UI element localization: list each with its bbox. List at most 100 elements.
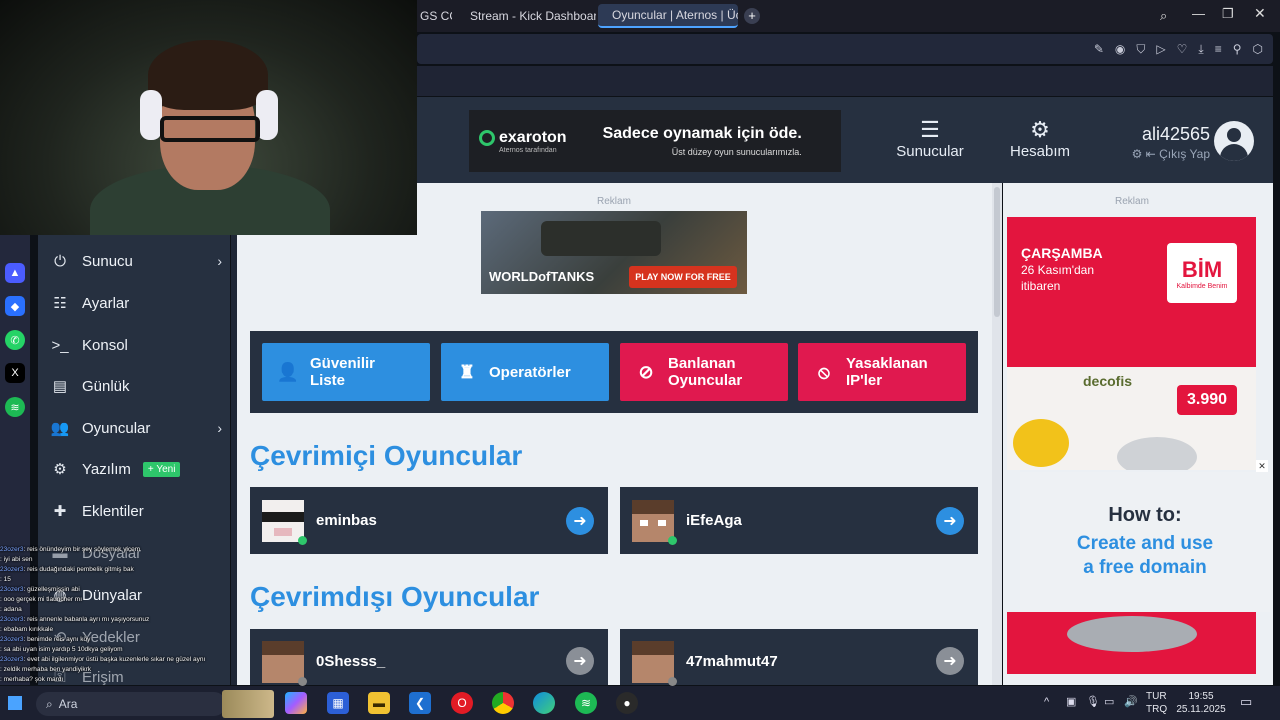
spotify-icon[interactable]: ≋	[575, 692, 597, 714]
chat-line: : zeldik merhaba ben yandiyikrk	[0, 666, 92, 673]
address-bar[interactable]: ✎ ◉ ⛉ ▷ ♡ ⤓ ≡ ⚲ ⬡	[417, 34, 1273, 64]
edit-icon[interactable]: ✎	[1094, 42, 1104, 57]
exaroton-ad[interactable]: exaroton Aternos tarafından Sadece oynam…	[469, 110, 841, 172]
online-status-dot	[668, 535, 677, 545]
operator-icon: ♜	[458, 361, 476, 382]
player-card[interactable]: eminbas ➜	[250, 487, 608, 554]
sidebar-item-server[interactable]: ⏻ Sunucu ›	[50, 243, 222, 279]
heart-icon[interactable]: ♡	[1177, 42, 1188, 57]
arrow-right-icon[interactable]: ➜	[936, 647, 964, 675]
search-highlight-image	[222, 690, 274, 718]
battery-icon[interactable]: ▭	[1104, 695, 1114, 708]
browser-tab-aternos[interactable]: Oyuncular | Aternos | Ücre	[598, 4, 738, 28]
language-indicator[interactable]: TUR TRQ	[1146, 690, 1167, 716]
taskbar-search-label: Ara	[58, 697, 78, 711]
logout-link[interactable]: ⚙ ⇤ Çıkış Yap	[1110, 147, 1210, 161]
vscode-icon[interactable]: ❮	[409, 692, 431, 714]
banned-ips-button[interactable]: ⦸ Yasaklanan IP'ler	[798, 343, 966, 401]
copilot-icon[interactable]	[285, 692, 307, 714]
chevron-up-icon[interactable]: ^	[1044, 696, 1049, 708]
arrow-right-icon[interactable]: ➜	[566, 506, 594, 535]
edge-icon[interactable]	[533, 692, 555, 714]
nav-account-button[interactable]: ⚙ Hesabım	[1000, 117, 1080, 160]
chrome-icon[interactable]	[492, 692, 514, 714]
sidebar-item-software[interactable]: ⚙ Yazılım + Yeni	[50, 451, 222, 487]
account-settings-icon: ⚙	[1030, 117, 1050, 142]
trusted-list-button[interactable]: 👤 Güvenilir Liste	[262, 343, 430, 401]
world-of-tanks-ad[interactable]: WORLDofTANKS PLAY NOW FOR FREE	[481, 211, 747, 294]
cube-icon[interactable]: ⬡	[1253, 42, 1263, 57]
sidebar-item-label: Oyuncular	[82, 419, 151, 437]
bim-ad-bottom[interactable]	[1007, 612, 1256, 674]
player-card[interactable]: 47mahmut47 ➜	[620, 629, 978, 686]
sidebar-item-label: Ayarlar	[82, 294, 130, 312]
whatsapp-icon[interactable]: ✆	[5, 330, 25, 350]
bim-day: ÇARŞAMBA	[1021, 245, 1103, 261]
clock[interactable]: 19:55 25.11.2025	[1176, 690, 1226, 716]
chat-line: : ebabam kırıkkale	[0, 626, 54, 633]
operators-button[interactable]: ♜ Operatörler	[441, 343, 609, 401]
online-status-dot	[298, 535, 307, 545]
taskbar-search[interactable]: ⌕ Ara	[36, 692, 226, 716]
notification-icon[interactable]: ▭	[1240, 694, 1252, 710]
chat-line: : iyi abi sen	[0, 556, 33, 563]
chat-line: : 15	[0, 576, 11, 583]
obs-icon[interactable]: ●	[616, 692, 638, 714]
user-ban-icon: ⊘	[638, 361, 654, 382]
nav-servers-button[interactable]: ☰ Sunucular	[890, 117, 970, 160]
camera-icon[interactable]: ◉	[1115, 42, 1125, 57]
banned-players-button[interactable]: ⊘ Banlanan Oyuncular	[620, 343, 788, 401]
network-ban-icon: ⦸	[818, 361, 830, 382]
chat-line: 23ozer3: reis annenle babanla ayrı mı ya…	[0, 616, 150, 623]
gears-icon: ⚙	[53, 461, 67, 478]
browser-tab-gs[interactable]: GS COĞ	[412, 4, 452, 28]
new-tab-icon[interactable]: +	[744, 8, 760, 24]
sidebar-item-console[interactable]: >_ Konsol	[50, 327, 222, 363]
restore-icon[interactable]: ❐	[1222, 6, 1234, 22]
x-icon[interactable]: X	[5, 363, 25, 383]
avatar[interactable]	[1214, 121, 1254, 161]
arrow-right-icon[interactable]: ➜	[936, 506, 964, 535]
messenger-icon[interactable]: ◆	[5, 296, 25, 316]
folder-icon[interactable]: ▬	[368, 692, 390, 714]
domain-howto-ad[interactable]: How to: Create and use a free domain	[1020, 472, 1270, 612]
app-icon[interactable]: ▲	[5, 263, 25, 283]
sidebar-item-plugins[interactable]: ✚ Eklentiler	[50, 493, 222, 529]
power-icon: ⏻	[54, 252, 66, 270]
store-icon[interactable]: ▦	[327, 692, 349, 714]
browser-tab-kick[interactable]: Stream - Kick Dashboard	[456, 4, 596, 28]
close-icon[interactable]: ✕	[1254, 5, 1266, 22]
play-icon[interactable]: ▷	[1156, 42, 1165, 57]
windows-start-icon[interactable]	[8, 696, 22, 710]
sidebar-item-log[interactable]: ▤ Günlük	[50, 368, 222, 404]
opera-gx-icon[interactable]: O	[451, 692, 473, 714]
player-avatar	[632, 499, 677, 545]
sidebar-item-label: Konsol	[82, 336, 128, 354]
player-avatar	[632, 641, 677, 686]
volume-icon[interactable]: 🔊	[1124, 695, 1138, 708]
microphone-icon[interactable]: 🎙	[1086, 695, 1100, 708]
sidebar-item-players[interactable]: 👥 Oyuncular ›	[50, 410, 222, 446]
arrow-right-icon[interactable]: ➜	[566, 647, 594, 675]
player-card[interactable]: iEfeAga ➜	[620, 487, 978, 554]
chevron-right-icon: ›	[217, 253, 222, 269]
download-icon[interactable]: ⤓	[1198, 42, 1203, 57]
bim-ad[interactable]: ÇARŞAMBA 26 Kasım'dan itibaren BİM Kalbi…	[1007, 217, 1256, 470]
player-card[interactable]: 0Shesss_ ➜	[250, 629, 608, 686]
minimize-icon[interactable]: —	[1192, 6, 1205, 21]
profile-icon[interactable]: ⚲	[1233, 42, 1242, 57]
tray-icon[interactable]: ▣	[1066, 695, 1076, 708]
spotify-icon[interactable]: ≋	[5, 397, 25, 417]
gear-icon[interactable]: ⚙	[1132, 147, 1143, 161]
chat-line: 23ozer3: reis önündeyim bir şey söylemek…	[0, 546, 141, 553]
sidebar-item-settings[interactable]: ☷ Ayarlar	[50, 285, 222, 321]
close-ad-icon[interactable]: ✕	[1256, 460, 1268, 472]
search-icon[interactable]: ⌕	[1160, 8, 1167, 24]
scrollbar[interactable]	[992, 183, 1002, 685]
menu-icon[interactable]: ≡	[1215, 42, 1222, 57]
howto-title: How to:	[1108, 504, 1182, 526]
wot-cta-button[interactable]: PLAY NOW FOR FREE	[629, 266, 737, 288]
shield-icon[interactable]: ⛉	[1136, 42, 1145, 57]
ad-subline: Üst düzey oyun sunucularımızla.	[671, 147, 802, 157]
ad-brand-sub: Aternos tarafından	[499, 146, 557, 154]
